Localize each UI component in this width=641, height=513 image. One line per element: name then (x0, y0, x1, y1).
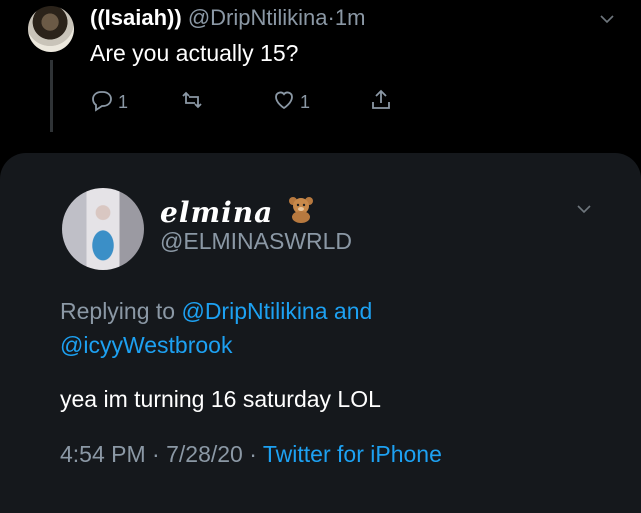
separator: · (249, 441, 257, 467)
avatar[interactable] (28, 6, 74, 52)
retweet-button[interactable] (180, 88, 204, 116)
tweet-text: Are you actually 15? (90, 40, 299, 66)
timestamp[interactable]: 4:54 PM (60, 441, 146, 467)
chevron-down-icon[interactable] (575, 200, 593, 218)
replying-to: Replying to @DripNtilikina and @icyyWest… (60, 294, 580, 362)
source-link[interactable]: Twitter for iPhone (263, 441, 442, 467)
mention-link[interactable]: @DripNtilikina (181, 298, 327, 324)
share-button[interactable] (369, 88, 393, 116)
display-name[interactable]: elmina (160, 196, 273, 229)
reply-button[interactable]: 1 (90, 88, 128, 116)
replying-and[interactable]: and (334, 298, 372, 324)
timestamp[interactable]: 1m (335, 5, 366, 30)
reply-icon (90, 88, 114, 117)
teddy-bear-icon (286, 194, 316, 224)
like-count: 1 (300, 91, 311, 112)
avatar[interactable] (62, 188, 144, 270)
separator: · (327, 5, 335, 30)
thread-line (50, 60, 53, 132)
like-icon (272, 88, 296, 117)
separator: · (152, 441, 160, 467)
mention-link[interactable]: @icyyWestbrook (60, 332, 232, 358)
tweet-meta: 4:54 PM · 7/28/20 · Twitter for iPhone (60, 441, 442, 468)
like-button[interactable]: 1 (272, 88, 310, 116)
replying-prefix: Replying to (60, 298, 176, 324)
retweet-icon (180, 88, 204, 117)
chevron-down-icon[interactable] (598, 10, 616, 28)
reply-count: 1 (118, 91, 129, 112)
date[interactable]: 7/28/20 (166, 441, 243, 467)
share-icon (369, 88, 393, 117)
tweet-author: ((Isaiah)) @DripNtilikina·1m (90, 5, 365, 31)
handle[interactable]: @DripNtilikina (188, 5, 328, 30)
tweet-text: yea im turning 16 saturday LOL (60, 386, 381, 412)
display-name[interactable]: ((Isaiah)) (90, 5, 182, 30)
handle[interactable]: @ELMINASWRLD (160, 228, 352, 255)
